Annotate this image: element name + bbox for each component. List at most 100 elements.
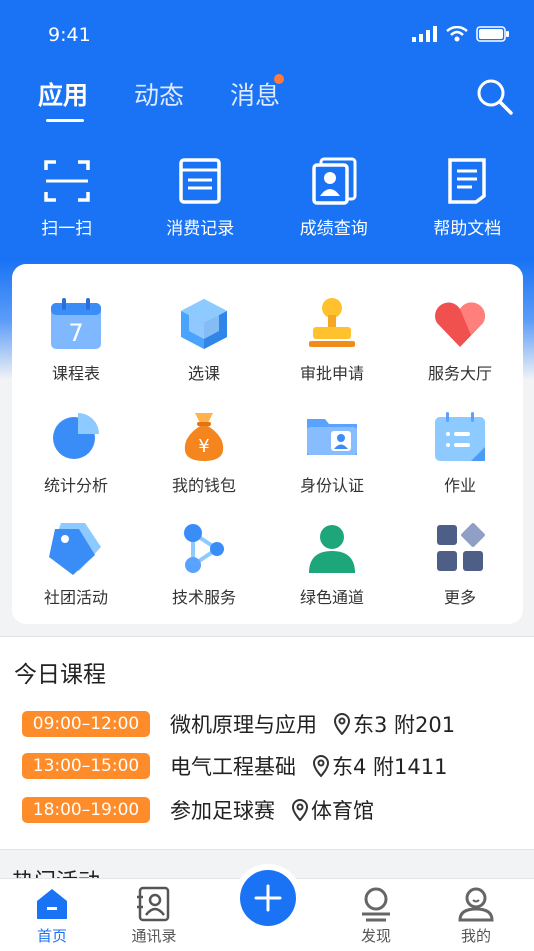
course-name: 参加足球赛 <box>170 795 275 825</box>
yuan-symbol: ¥ <box>198 436 209 457</box>
tab-messages[interactable]: 消息 <box>230 76 280 112</box>
app-approval-label: 审批申请 <box>300 360 364 384</box>
tab-apps[interactable]: 应用 <box>38 76 88 112</box>
tabbar-contacts[interactable]: 通讯录 <box>114 885 194 946</box>
course-location-text: 东3 附201 <box>353 709 455 739</box>
quick-scan[interactable]: 扫一扫 <box>0 156 134 239</box>
contacts-icon <box>135 885 173 923</box>
cube-icon <box>175 295 233 353</box>
app-statistics[interactable]: 统计分析 <box>12 406 140 496</box>
app-approval[interactable]: 审批申请 <box>268 294 396 384</box>
home-icon <box>33 885 71 923</box>
tabbar-discover[interactable]: 发现 <box>336 885 416 946</box>
course-location-text: 东4 附1411 <box>332 751 447 781</box>
id-folder-icon <box>303 407 361 465</box>
course-row[interactable]: 18:00–19:00 参加足球赛 体育馆 <box>22 795 374 825</box>
calendar-day-text: 7 <box>68 319 83 347</box>
location-pin-icon <box>333 713 351 735</box>
status-bar: 9:41 <box>0 0 534 70</box>
app-identity-label: 身份认证 <box>300 472 364 496</box>
app-schedule-label: 课程表 <box>52 360 100 384</box>
course-location: 东4 附1411 <box>312 751 447 781</box>
discover-icon <box>357 885 395 923</box>
quick-grades[interactable]: 成绩查询 <box>267 156 401 239</box>
course-time-badge: 13:00–15:00 <box>22 753 150 779</box>
course-time-badge: 18:00–19:00 <box>22 797 150 823</box>
person-icon <box>303 519 361 577</box>
course-row[interactable]: 09:00–12:00 微机原理与应用 东3 附201 <box>22 709 455 739</box>
apps-card: 7 课程表 选课 审批申请 服务大厅 统计分析 ¥ 我的钱包 身份认证 <box>12 264 523 624</box>
top-tabs: 应用 动态 消息 <box>38 76 280 112</box>
money-bag-icon: ¥ <box>175 407 233 465</box>
app-identity[interactable]: 身份认证 <box>268 406 396 496</box>
profile-icon <box>457 885 495 923</box>
wifi-icon <box>446 26 468 42</box>
today-title: 今日课程 <box>14 655 106 689</box>
app-tech-service-label: 技术服务 <box>172 584 236 608</box>
quick-help-label: 帮助文档 <box>433 214 501 239</box>
today-courses-panel: 今日课程 09:00–12:00 微机原理与应用 东3 附201 13:00–1… <box>0 636 534 850</box>
tabbar-mine-label: 我的 <box>461 925 491 946</box>
quick-consumption[interactable]: 消费记录 <box>134 156 268 239</box>
receipt-icon <box>175 156 225 206</box>
tab-dynamics-label: 动态 <box>134 81 184 110</box>
tab-apps-label: 应用 <box>38 81 88 110</box>
course-name: 电气工程基础 <box>170 751 296 781</box>
tab-messages-label: 消息 <box>230 81 280 110</box>
status-time: 9:41 <box>48 24 91 46</box>
plus-icon <box>240 870 296 926</box>
app-clubs[interactable]: 社团活动 <box>12 518 140 608</box>
grade-icon <box>309 156 359 206</box>
course-location-text: 体育馆 <box>311 795 374 825</box>
quick-grades-label: 成绩查询 <box>300 214 368 239</box>
pie-chart-icon <box>47 407 105 465</box>
course-location: 东3 附201 <box>333 709 455 739</box>
app-course-selection[interactable]: 选课 <box>140 294 268 384</box>
app-schedule[interactable]: 7 课程表 <box>12 294 140 384</box>
message-badge-dot <box>274 74 284 84</box>
homework-icon <box>431 407 489 465</box>
app-wallet-label: 我的钱包 <box>172 472 236 496</box>
app-statistics-label: 统计分析 <box>44 472 108 496</box>
tabbar-mine[interactable]: 我的 <box>436 885 516 946</box>
app-tech-service[interactable]: 技术服务 <box>140 518 268 608</box>
app-more[interactable]: 更多 <box>396 518 524 608</box>
quick-consumption-label: 消费记录 <box>166 214 234 239</box>
app-service-hall[interactable]: 服务大厅 <box>396 294 524 384</box>
tabbar-home-label: 首页 <box>37 925 67 946</box>
battery-icon <box>476 26 510 42</box>
heart-icon <box>431 295 489 353</box>
app-service-hall-label: 服务大厅 <box>428 360 492 384</box>
app-wallet[interactable]: ¥ 我的钱包 <box>140 406 268 496</box>
scan-icon <box>42 156 92 206</box>
more-grid-icon <box>431 519 489 577</box>
app-green-channel[interactable]: 绿色通道 <box>268 518 396 608</box>
stamp-icon <box>303 295 361 353</box>
app-green-channel-label: 绿色通道 <box>300 584 364 608</box>
share-nodes-icon <box>175 519 233 577</box>
location-pin-icon <box>291 799 309 821</box>
quick-scan-label: 扫一扫 <box>41 214 92 239</box>
quick-actions: 扫一扫 消费记录 成绩查询 帮助文档 <box>0 156 534 239</box>
app-clubs-label: 社团活动 <box>44 584 108 608</box>
tab-dynamics[interactable]: 动态 <box>134 76 184 112</box>
tabbar-discover-label: 发现 <box>361 925 391 946</box>
tabbar-home[interactable]: 首页 <box>12 885 92 946</box>
search-icon <box>474 76 514 116</box>
quick-help[interactable]: 帮助文档 <box>401 156 534 239</box>
app-more-label: 更多 <box>444 584 476 608</box>
tabbar-contacts-label: 通讯录 <box>131 925 176 946</box>
course-location: 体育馆 <box>291 795 374 825</box>
document-icon <box>442 156 492 206</box>
signal-icon <box>412 26 438 42</box>
app-course-selection-label: 选课 <box>188 360 220 384</box>
location-pin-icon <box>312 755 330 777</box>
add-button[interactable] <box>240 870 296 926</box>
app-homework-label: 作业 <box>444 472 476 496</box>
course-name: 微机原理与应用 <box>170 709 317 739</box>
calendar-icon: 7 <box>47 295 105 353</box>
tag-icon <box>47 519 105 577</box>
course-row[interactable]: 13:00–15:00 电气工程基础 东4 附1411 <box>22 751 447 781</box>
search-button[interactable] <box>474 76 514 116</box>
app-homework[interactable]: 作业 <box>396 406 524 496</box>
